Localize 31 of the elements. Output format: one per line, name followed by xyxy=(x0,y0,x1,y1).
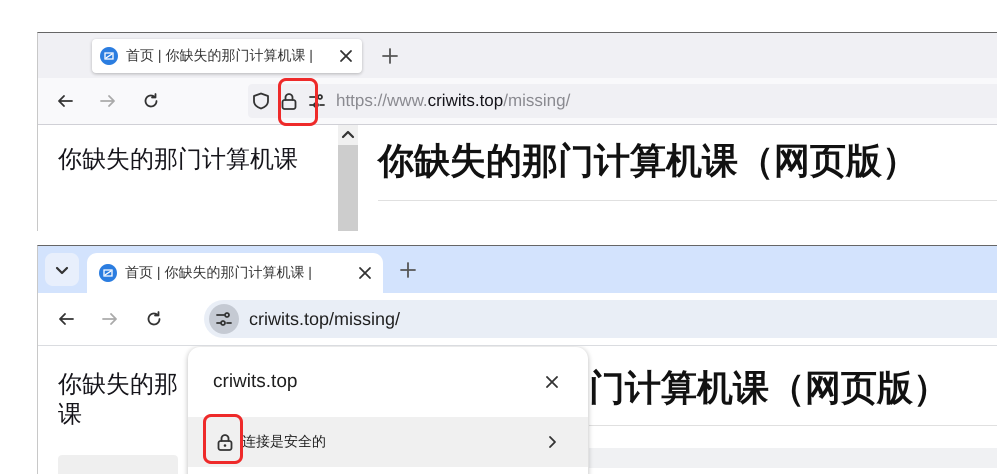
close-icon[interactable] xyxy=(357,265,373,281)
url-text: https://www.criwits.top/missing/ xyxy=(336,91,570,111)
shield-icon[interactable] xyxy=(252,92,270,110)
lock-icon xyxy=(216,433,234,451)
site-settings-button[interactable] xyxy=(209,304,239,334)
address-bar[interactable]: https://www.criwits.top/missing/ xyxy=(248,84,997,118)
close-icon[interactable] xyxy=(338,48,354,64)
scroll-up-icon[interactable] xyxy=(338,125,358,145)
address-bar[interactable]: criwits.top/missing/ xyxy=(204,300,997,338)
sliders-icon xyxy=(215,310,233,328)
sidebar-title[interactable]: 你缺失的那门计算机课 xyxy=(58,145,298,175)
tab-list-button[interactable] xyxy=(45,253,79,286)
connection-row[interactable]: 连接是安全的 xyxy=(188,417,588,467)
site-icon xyxy=(99,264,117,282)
browser-tab[interactable]: 首页 | 你缺失的那门计算机课 | xyxy=(87,253,383,293)
close-icon[interactable] xyxy=(544,374,560,390)
tab-title: 首页 | 你缺失的那门计算机课 | xyxy=(125,264,313,282)
url-text: criwits.top/missing/ xyxy=(249,308,400,330)
tab-title: 首页 | 你缺失的那门计算机课 | xyxy=(126,46,314,64)
lock-icon[interactable] xyxy=(280,92,298,110)
sidebar-title-fragment: 你缺失的那 xyxy=(58,370,179,400)
popup-title: criwits.top xyxy=(213,371,298,393)
new-tab-icon[interactable] xyxy=(382,48,398,64)
browser-tab[interactable]: 首页 | 你缺失的那门计算机课 | xyxy=(92,38,362,72)
site-icon xyxy=(100,46,118,64)
page-heading: 你缺失的那门计算机课（网页版） xyxy=(378,125,997,201)
sidebar-title-fragment: 课 xyxy=(58,400,83,430)
permissions-icon[interactable] xyxy=(308,92,326,110)
page-heading-fragment: 门计算机课（网页版） xyxy=(589,346,997,426)
new-tab-icon[interactable] xyxy=(400,262,416,278)
scrollbar[interactable] xyxy=(338,125,358,231)
